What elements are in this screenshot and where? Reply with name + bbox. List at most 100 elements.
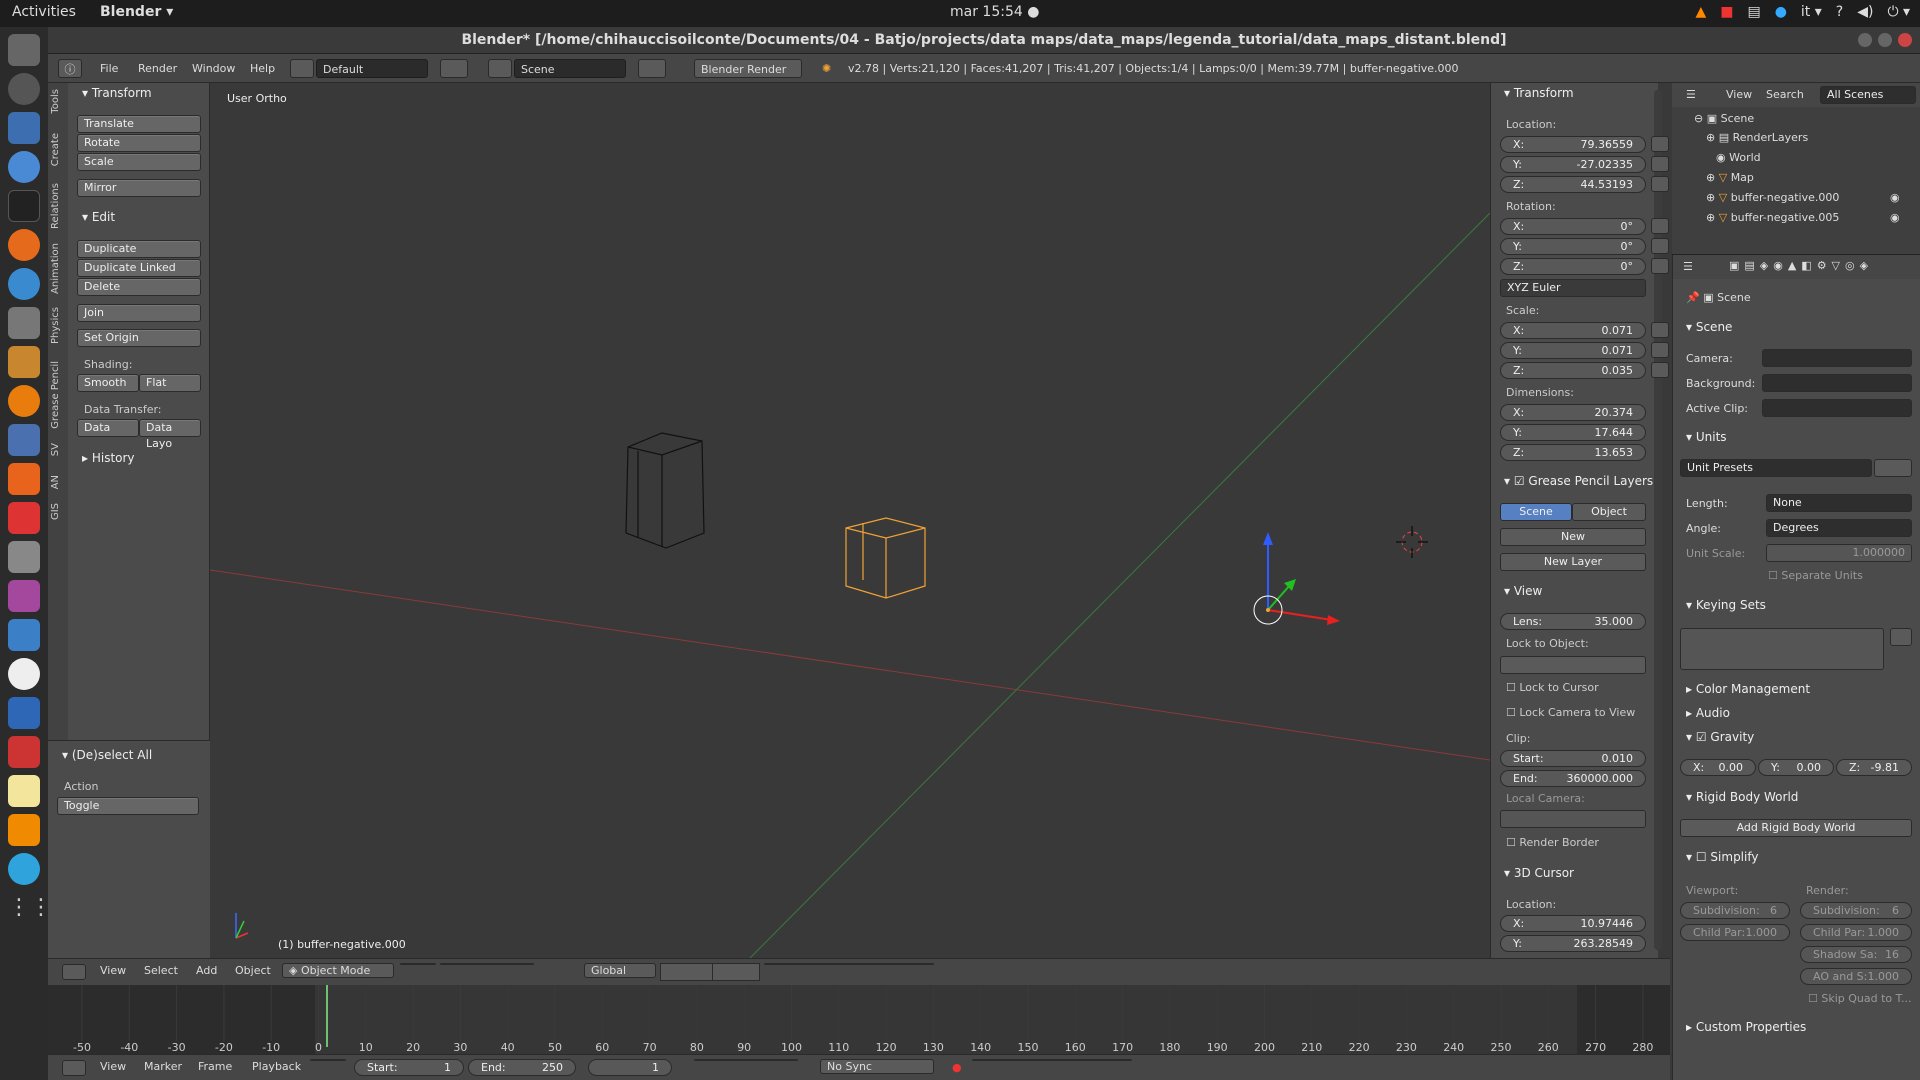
data-layout-button[interactable]: Data Layo <box>139 419 201 450</box>
simplify-header[interactable]: ▾ ☐ Simplify <box>1686 850 1758 864</box>
ao-sss-field[interactable]: AO and S: 1.000 <box>1800 968 1912 985</box>
feather-launcher-icon[interactable] <box>8 268 40 300</box>
current-frame-field[interactable]: 1 <box>588 1059 672 1076</box>
viewport-object-menu[interactable]: Object <box>235 964 271 977</box>
power-menu[interactable]: ⏻ ▾ <box>1887 4 1910 20</box>
rotation-mode-select[interactable]: XYZ Euler <box>1500 279 1646 297</box>
menu-help[interactable]: Help <box>250 59 275 78</box>
telegram-tray-icon[interactable]: ● <box>1775 4 1787 20</box>
outliner-view-menu[interactable]: View <box>1726 88 1752 101</box>
layout-field[interactable]: Default <box>316 59 428 78</box>
menu-window[interactable]: Window <box>192 59 235 78</box>
viewport-canvas[interactable] <box>209 83 1491 959</box>
lock-scale-z-icon[interactable] <box>1651 362 1669 378</box>
scene-panel-header[interactable]: ▾ Scene <box>1686 320 1732 334</box>
gp-object-button[interactable]: Object <box>1572 503 1646 521</box>
app-menu[interactable]: Blender ▾ <box>100 4 173 20</box>
history-panel-header[interactable]: ▸ History <box>82 451 135 465</box>
lock-to-cursor-checkbox[interactable]: ☐ Lock to Cursor <box>1506 681 1599 694</box>
rotation-x-field[interactable]: X: 0° <box>1500 218 1646 235</box>
lens-field[interactable]: Lens: 35.000 <box>1500 613 1646 630</box>
translate-button[interactable]: Translate <box>77 115 201 133</box>
firefox-launcher-icon[interactable] <box>8 229 40 261</box>
properties-editor-icon[interactable]: ☰ <box>1683 260 1693 273</box>
action-select[interactable]: Toggle <box>57 797 199 815</box>
color-management-header[interactable]: ▸ Color Management <box>1686 682 1810 696</box>
shadow-samples-field[interactable]: Shadow Sa: 16 <box>1800 946 1912 963</box>
files-launcher-icon[interactable] <box>8 34 40 66</box>
delete-button[interactable]: Delete <box>77 278 201 296</box>
outliner-editor-icon[interactable]: ☰ <box>1686 88 1696 101</box>
viewport-view-menu[interactable]: View <box>100 964 126 977</box>
length-select[interactable]: None <box>1766 494 1912 512</box>
vlc-tray-icon[interactable]: ▲ <box>1695 4 1706 20</box>
angle-select[interactable]: Degrees <box>1766 519 1912 537</box>
unit-presets-select[interactable]: Unit Presets <box>1680 459 1872 477</box>
keying-sets-list[interactable] <box>1680 628 1884 670</box>
scene-add-remove[interactable] <box>638 59 666 78</box>
record-icon[interactable]: ● <box>952 1061 962 1074</box>
lock-scale-x-icon[interactable] <box>1651 322 1669 338</box>
record-tray-icon[interactable]: ■ <box>1720 4 1733 20</box>
transfer-launcher-icon[interactable] <box>8 619 40 651</box>
layout-icon[interactable] <box>290 59 314 78</box>
edit-panel-header[interactable]: ▾ Edit <box>82 210 115 224</box>
viewport-subdivision-field[interactable]: Subdivision: 6 <box>1680 902 1790 919</box>
timeline-editor-icon[interactable] <box>62 1060 86 1076</box>
render-border-checkbox[interactable]: ☐ Render Border <box>1506 836 1599 849</box>
tab-an[interactable]: AN <box>50 475 66 489</box>
grease-pencil-header[interactable]: ▾ ☑ Grease Pencil Layers <box>1504 474 1653 488</box>
skip-quad-checkbox[interactable]: ☐ Skip Quad to T... <box>1808 992 1912 1005</box>
scale-x-field[interactable]: X: 0.071 <box>1500 322 1646 339</box>
scale-y-field[interactable]: Y: 0.071 <box>1500 342 1646 359</box>
camera-field[interactable] <box>1762 349 1912 367</box>
playback-controls[interactable] <box>694 1059 798 1061</box>
snap-proportional-buttons[interactable] <box>764 963 934 965</box>
dimension-y-field[interactable]: Y: 17.644 <box>1500 424 1646 441</box>
media-launcher-icon[interactable] <box>8 580 40 612</box>
visibility-eye-icon[interactable]: ◉ <box>1890 191 1900 204</box>
notes-launcher-icon[interactable] <box>8 775 40 807</box>
tab-tools[interactable]: Tools <box>50 89 66 114</box>
n-transform-header[interactable]: ▾ Transform <box>1504 86 1574 100</box>
transform-panel-header[interactable]: ▾ Transform <box>82 86 152 100</box>
outliner-world-item[interactable]: ◉ World <box>1716 151 1761 164</box>
outliner-buffer-000-item[interactable]: ⊕ ▽ buffer-negative.000 <box>1706 191 1839 204</box>
gravity-header[interactable]: ▾ ☑ Gravity <box>1686 730 1754 744</box>
gravity-z-field[interactable]: Z: -9.81 <box>1836 759 1912 776</box>
lock-object-field[interactable] <box>1500 656 1646 674</box>
rigid-body-world-header[interactable]: ▾ Rigid Body World <box>1686 790 1798 804</box>
software-launcher-icon[interactable] <box>8 463 40 495</box>
activities-button[interactable]: Activities <box>12 4 76 20</box>
files-tray-icon[interactable]: ▤ <box>1747 4 1760 20</box>
view-panel-header[interactable]: ▾ View <box>1504 584 1542 598</box>
frame-end-field[interactable]: End: 250 <box>468 1059 576 1076</box>
minimize-button[interactable] <box>1858 33 1872 47</box>
tab-grease-pencil[interactable]: Grease Pencil <box>50 361 66 429</box>
unit-scale-field[interactable]: 1.000000 <box>1766 544 1912 562</box>
location-z-field[interactable]: Z: 44.53193 <box>1500 176 1646 193</box>
rotate-button[interactable]: Rotate <box>77 134 201 152</box>
audio-header[interactable]: ▸ Audio <box>1686 706 1730 720</box>
dimension-x-field[interactable]: X: 20.374 <box>1500 404 1646 421</box>
3d-viewport[interactable]: User Ortho (1) buffer-negative.000 <box>209 83 1491 959</box>
separate-units-checkbox[interactable]: ☐ Separate Units <box>1768 569 1863 582</box>
lock-rotation-z-icon[interactable] <box>1651 258 1669 274</box>
blender-launcher-icon[interactable] <box>8 73 40 105</box>
cursor-x-field[interactable]: X: 10.97446 <box>1500 915 1646 932</box>
tab-sv[interactable]: SV <box>50 443 66 456</box>
outliner-search-menu[interactable]: Search <box>1766 88 1804 101</box>
keying-set-field[interactable] <box>972 1059 1132 1061</box>
data-transfer-button[interactable]: Data <box>77 419 139 437</box>
scale-button[interactable]: Scale <box>77 153 201 171</box>
clip-end-field[interactable]: End: 360000.000 <box>1500 770 1646 787</box>
gp-scene-button[interactable]: Scene <box>1500 503 1572 521</box>
tab-animation[interactable]: Animation <box>50 243 66 294</box>
location-y-field[interactable]: Y: -27.02335 <box>1500 156 1646 173</box>
range-buttons[interactable] <box>310 1059 346 1061</box>
unit-presets-add-remove[interactable] <box>1874 459 1912 477</box>
3d-cursor-header[interactable]: ▾ 3D Cursor <box>1504 866 1574 880</box>
timeline-marker-menu[interactable]: Marker <box>144 1060 182 1073</box>
tools-launcher-icon[interactable] <box>8 502 40 534</box>
maximize-button[interactable] <box>1878 33 1892 47</box>
